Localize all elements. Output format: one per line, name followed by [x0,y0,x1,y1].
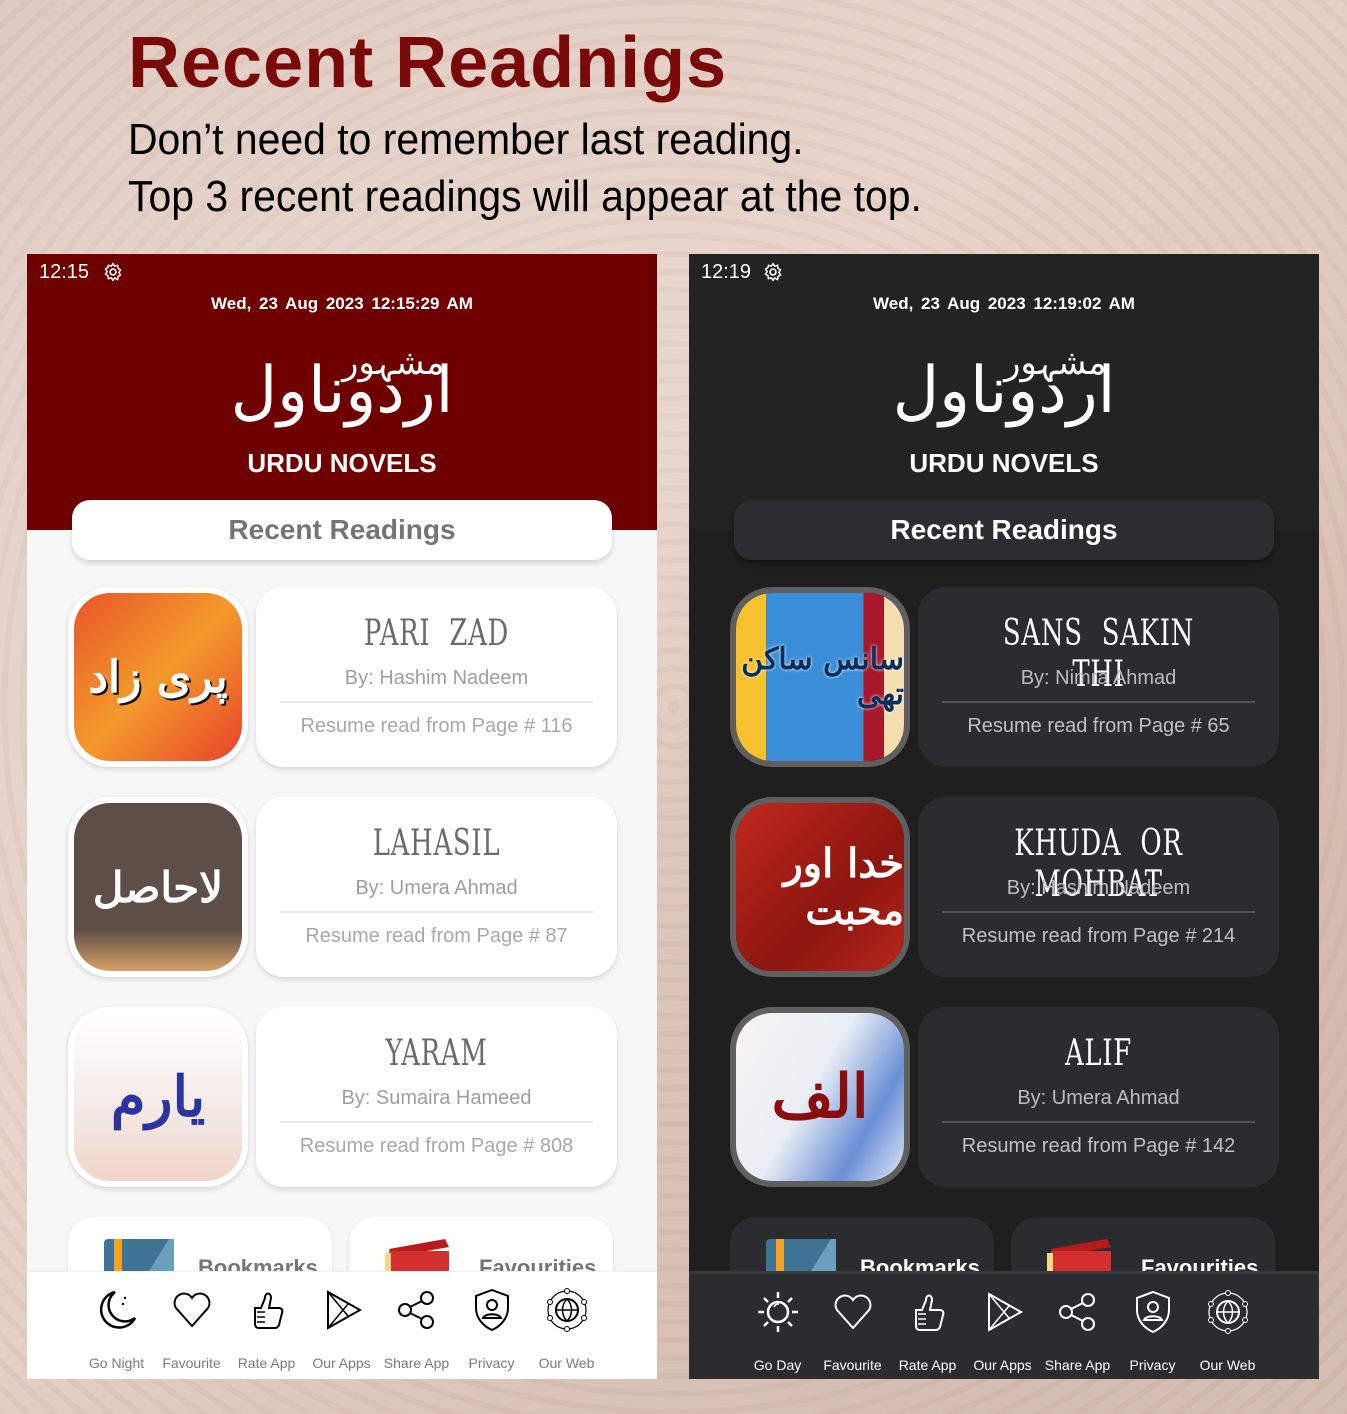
novel-title: ALIF [1064,1033,1133,1074]
status-bar-time: 12:19 [701,261,752,283]
recent-reading-item[interactable]: یارم YARAM By: Sumaira Hameed Resume rea… [68,1007,617,1187]
nav-share-app[interactable]: Share App [379,1272,454,1379]
resume-page-link[interactable]: Resume read from Page # 808 [256,1135,617,1158]
dark-mode-screen: 12:19 Wed, 23 Aug 2023 12:19:02 AM مشہور… [689,254,1319,1379]
recent-reading-item[interactable]: سانس ساکن تھی SANS SAKIN THI By: Nimra A… [730,587,1279,767]
play-store-icon [326,1290,362,1330]
novel-author: By: Hashim Nadeem [344,667,529,689]
app-header: 12:19 Wed, 23 Aug 2023 12:19:02 AM مشہور… [689,254,1319,530]
novel-cover[interactable]: خدا اور محبت [730,797,910,977]
light-mode-screen: 12:15 Wed, 23 Aug 2023 12:15:29 AM مشہور… [27,254,657,1379]
reading-card[interactable]: LAHASIL By: Umera Ahmad Resume read from… [256,797,617,977]
resume-page-link[interactable]: Resume read from Page # 142 [918,1135,1279,1158]
novel-author: By: Nimra Ahmad [1020,667,1177,689]
novel-author: By: Sumaira Hameed [341,1087,532,1109]
novel-cover[interactable]: یارم [68,1007,248,1187]
nav-privacy[interactable]: Privacy [454,1272,529,1379]
globe-icon [1207,1290,1248,1334]
recent-reading-item[interactable]: لاحاصل LAHASIL By: Umera Ahmad Resume re… [68,797,617,977]
moon-icon [99,1290,136,1329]
recent-reading-item[interactable]: پری زاد PARI ZAD By: Hashim Nadeem Resum… [68,587,617,767]
novel-title: PARI ZAD [363,613,510,654]
novel-cover[interactable]: الف [730,1007,910,1187]
nav-go-day[interactable]: Go Day [740,1274,815,1379]
date-time-display: Wed, 23 Aug 2023 12:15:29 AM [211,294,473,313]
promo-title: Recent Readnigs [128,23,728,103]
novel-cover[interactable]: پری زاد [68,587,248,767]
nav-our-web[interactable]: Our Web [529,1272,604,1379]
divider [942,1121,1255,1123]
logo-urdu-novel: اردوناول [892,354,1116,428]
nav-privacy[interactable]: Privacy [1115,1274,1190,1379]
resume-page-link[interactable]: Resume read from Page # 65 [918,715,1279,738]
nav-share-app[interactable]: Share App [1040,1274,1115,1379]
novel-title: YARAM [385,1033,488,1074]
resume-page-link[interactable]: Resume read from Page # 214 [918,925,1279,948]
nav-our-apps[interactable]: Our Apps [304,1272,379,1379]
share-icon [397,1291,434,1329]
reading-card[interactable]: YARAM By: Sumaira Hameed Resume read fro… [256,1007,617,1187]
nav-our-web[interactable]: Our Web [1190,1274,1265,1379]
resume-page-link[interactable]: Resume read from Page # 116 [256,715,617,738]
novel-cover[interactable]: سانس ساکن تھی [730,587,910,767]
divider [942,701,1255,703]
nav-label: Our Web [538,1355,595,1371]
divider [280,701,593,703]
recent-reading-item[interactable]: الف ALIF By: Umera Ahmad Resume read fro… [730,1007,1279,1187]
nav-label: Our Web [1199,1357,1256,1373]
reading-card[interactable]: SANS SAKIN THI By: Nimra Ahmad Resume re… [918,587,1279,767]
promo-subtitle-line-2: Top 3 recent readings will appear at the… [128,172,922,221]
novel-title: LAHASIL [372,823,501,864]
reading-card[interactable]: ALIF By: Umera Ahmad Resume read from Pa… [918,1007,1279,1187]
nav-our-apps[interactable]: Our Apps [965,1274,1040,1379]
novel-author: By: Umera Ahmad [355,877,518,899]
logo-urdu-novel: اردوناول [230,354,454,428]
nav-favourite[interactable]: Favourite [154,1272,229,1379]
globe-icon [546,1288,587,1332]
play-store-icon [987,1292,1023,1332]
novel-author: By: Hashim Nadeem [1006,877,1191,899]
novel-author: By: Umera Ahmad [1017,1087,1180,1109]
settings-gear-icon [764,262,782,282]
status-bar-time: 12:15 [39,261,90,283]
novel-cover[interactable]: لاحاصل [68,797,248,977]
privacy-shield-icon [474,1288,509,1332]
promo-subtitle-line-1: Don’t need to remember last reading. [128,115,804,164]
heart-icon [834,1294,871,1330]
divider [280,1121,593,1123]
logo-english: URDU NOVELS [909,448,1099,478]
logo-english: URDU NOVELS [247,448,437,478]
nav-rate-app[interactable]: Rate App [890,1274,965,1379]
nav-rate-app[interactable]: Rate App [229,1272,304,1379]
recent-reading-item[interactable]: خدا اور محبت KHUDA OR MOHBAT By: Hashim … [730,797,1279,977]
bottom-navigation: Go Day Favourite Rate App Our Apps Share… [689,1271,1319,1379]
reading-card[interactable]: KHUDA OR MOHBAT By: Hashim Nadeem Resume… [918,797,1279,977]
share-icon [1058,1293,1095,1331]
divider [280,911,593,913]
privacy-shield-icon [1135,1290,1170,1334]
divider [942,911,1255,913]
date-time-display: Wed, 23 Aug 2023 12:19:02 AM [873,294,1135,313]
app-header: 12:15 Wed, 23 Aug 2023 12:15:29 AM مشہور… [27,254,657,530]
thumbs-up-icon [253,1292,283,1329]
bottom-navigation: Go Night Favourite Rate App Our Apps Sha… [27,1271,657,1379]
nav-favourite[interactable]: Favourite [815,1274,890,1379]
recent-readings-header: Recent Readings [72,500,612,560]
heart-icon [173,1292,210,1328]
nav-go-night[interactable]: Go Night [79,1272,154,1379]
settings-gear-icon [104,262,122,282]
thumbs-up-icon [914,1294,944,1331]
resume-page-link[interactable]: Resume read from Page # 87 [256,925,617,948]
reading-card[interactable]: PARI ZAD By: Hashim Nadeem Resume read f… [256,587,617,767]
recent-readings-header: Recent Readings [734,500,1274,560]
sun-icon [757,1292,798,1332]
